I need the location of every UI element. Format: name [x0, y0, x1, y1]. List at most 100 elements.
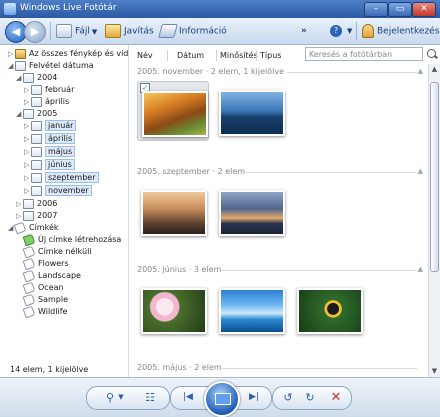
collapse-icon[interactable]: ◢ [8, 60, 15, 72]
tree-item-date-taken[interactable]: ◢ Felvétel dátuma [8, 60, 94, 72]
edit-controls: ↺ ↻ ✕ [272, 386, 352, 410]
details-view-icon[interactable]: ☷ [141, 390, 159, 405]
tree-item-year[interactable]: ◢ 2004 [16, 72, 57, 84]
tree-item-tag[interactable]: Landscape [22, 269, 81, 282]
expand-icon[interactable]: ▷ [24, 172, 31, 184]
tree-item-month[interactable]: ▷ június [24, 159, 75, 171]
tree-item-year[interactable]: ▷ 2007 [16, 210, 57, 222]
photo-thumbnail[interactable] [215, 81, 285, 139]
expand-icon[interactable]: ▷ [24, 84, 31, 96]
tree-item-month[interactable]: ▷ január [24, 120, 77, 132]
slideshow-icon [215, 393, 231, 405]
rotate-left-icon[interactable]: ↺ [279, 390, 297, 405]
slideshow-button[interactable] [204, 381, 240, 417]
tree-item-tag[interactable]: Címke nélküli [22, 245, 92, 258]
tree-item-month[interactable]: ▷ november [24, 185, 92, 197]
column-separator[interactable] [256, 50, 257, 61]
column-rating[interactable]: Minősítés [220, 49, 258, 62]
tree-item-new-tag[interactable]: Új címke létrehozása [22, 233, 121, 246]
column-separator[interactable] [167, 50, 168, 61]
fix-button[interactable]: Javítás [105, 24, 154, 38]
scroll-down-icon[interactable]: ▼ [429, 366, 440, 377]
tree-item-tag[interactable]: Flowers [22, 257, 69, 270]
photo-tree [141, 190, 207, 236]
calendar-icon [15, 60, 26, 71]
expand-icon[interactable]: ▷ [8, 48, 15, 60]
forward-button[interactable]: ▶ [24, 21, 46, 43]
minimize-button[interactable]: – [364, 2, 388, 17]
tree-item-tags[interactable]: ◢ Címkék [8, 221, 59, 234]
expand-icon[interactable]: ▷ [16, 198, 23, 210]
group-header[interactable]: 2005. november · 2 elem, 1 kijelölve ▲ [137, 67, 423, 77]
maximize-button[interactable]: ▭ [388, 2, 412, 17]
tag-icon [13, 221, 27, 234]
collapse-icon[interactable]: ◢ [16, 72, 23, 84]
close-button[interactable]: ✕ [412, 2, 436, 17]
expand-icon[interactable]: ▷ [24, 146, 31, 158]
group-header[interactable]: 2005. május · 2 elem [137, 363, 417, 373]
next-icon[interactable]: ▶| [243, 390, 265, 405]
expand-icon[interactable]: ▷ [24, 133, 31, 145]
group-header[interactable]: 2005. szeptember · 2 elem ▲ [137, 167, 423, 177]
photo-thumbnail[interactable] [215, 181, 285, 239]
delete-icon[interactable]: ✕ [327, 390, 345, 405]
column-name[interactable]: Név [137, 49, 153, 62]
collapse-group-icon[interactable]: ▲ [418, 66, 423, 76]
expand-icon[interactable]: ▷ [16, 210, 23, 222]
photo-thumbnail[interactable] [137, 279, 207, 337]
tag-icon [22, 269, 36, 282]
photo-thumbnail[interactable] [215, 279, 285, 337]
column-date[interactable]: Dátum [177, 49, 204, 62]
tag-icon [22, 245, 36, 258]
tree-item-month[interactable]: ▷ május [24, 146, 76, 158]
photo-autumn [142, 91, 208, 137]
column-separator[interactable] [216, 50, 217, 61]
fix-icon [105, 24, 121, 38]
toolbar-separator [356, 22, 357, 40]
group-header[interactable]: 2005. június · 3 elem ▲ [137, 265, 423, 275]
tree-item-tag[interactable]: Sample [22, 293, 68, 306]
scroll-up-icon[interactable]: ▲ [429, 64, 440, 75]
scrollbar-thumb[interactable] [430, 82, 439, 272]
file-menu[interactable]: Fájl ▼ [56, 24, 97, 38]
expand-icon[interactable]: ▷ [24, 120, 31, 132]
collapse-icon[interactable]: ◢ [16, 108, 23, 120]
photo-city [219, 190, 285, 236]
tree-item-month[interactable]: ▷ április [24, 133, 76, 145]
tree-item-tag[interactable]: Ocean [22, 281, 64, 294]
info-button[interactable]: Információ [158, 24, 227, 38]
rotate-right-icon[interactable]: ↻ [301, 390, 319, 405]
tree-item-year[interactable]: ◢ 2005 [16, 108, 57, 120]
previous-icon[interactable]: |◀ [177, 390, 199, 405]
window-title: Windows Live Fotótár [20, 3, 117, 13]
tree-item-month[interactable]: ▷ február [24, 84, 74, 96]
photo-thumbnail[interactable] [137, 181, 207, 239]
calendar-icon [31, 146, 42, 157]
library-icon [15, 48, 26, 59]
expand-icon[interactable]: ▷ [24, 159, 31, 171]
more-chevron-button[interactable]: » [301, 24, 307, 38]
tree-item-month[interactable]: ▷ szeptember [24, 172, 99, 184]
tag-icon [22, 305, 36, 318]
calendar-icon [31, 84, 42, 95]
tag-icon [22, 257, 36, 270]
expand-icon[interactable]: ▷ [24, 96, 31, 108]
tree-item-all-photos[interactable]: ▷ Az összes fénykép és videó [8, 48, 138, 60]
help-button[interactable]: ? ▼ [330, 24, 352, 38]
search-input[interactable]: Keresés a fotótárban [305, 47, 423, 61]
collapse-group-icon[interactable]: ▲ [418, 166, 423, 176]
expand-icon[interactable]: ▷ [24, 185, 31, 197]
column-type[interactable]: Típus [260, 49, 281, 62]
signin-button[interactable]: Bejelentkezés [362, 24, 439, 38]
search-icon[interactable] [427, 49, 436, 58]
vertical-scrollbar[interactable]: ▲ ▼ [428, 64, 440, 377]
tree-item-tag[interactable]: Wildlife [22, 305, 67, 318]
group-divider [219, 368, 417, 369]
tree-item-month[interactable]: ▷ április [24, 96, 69, 108]
tree-item-year[interactable]: ▷ 2006 [16, 198, 57, 210]
photo-thumbnail[interactable] [293, 279, 363, 337]
chevron-down-icon[interactable]: ▼ [117, 390, 125, 405]
collapse-group-icon[interactable]: ▲ [418, 264, 423, 274]
tag-icon [22, 293, 36, 306]
photo-thumbnail-selected[interactable]: ✓ [137, 81, 209, 141]
